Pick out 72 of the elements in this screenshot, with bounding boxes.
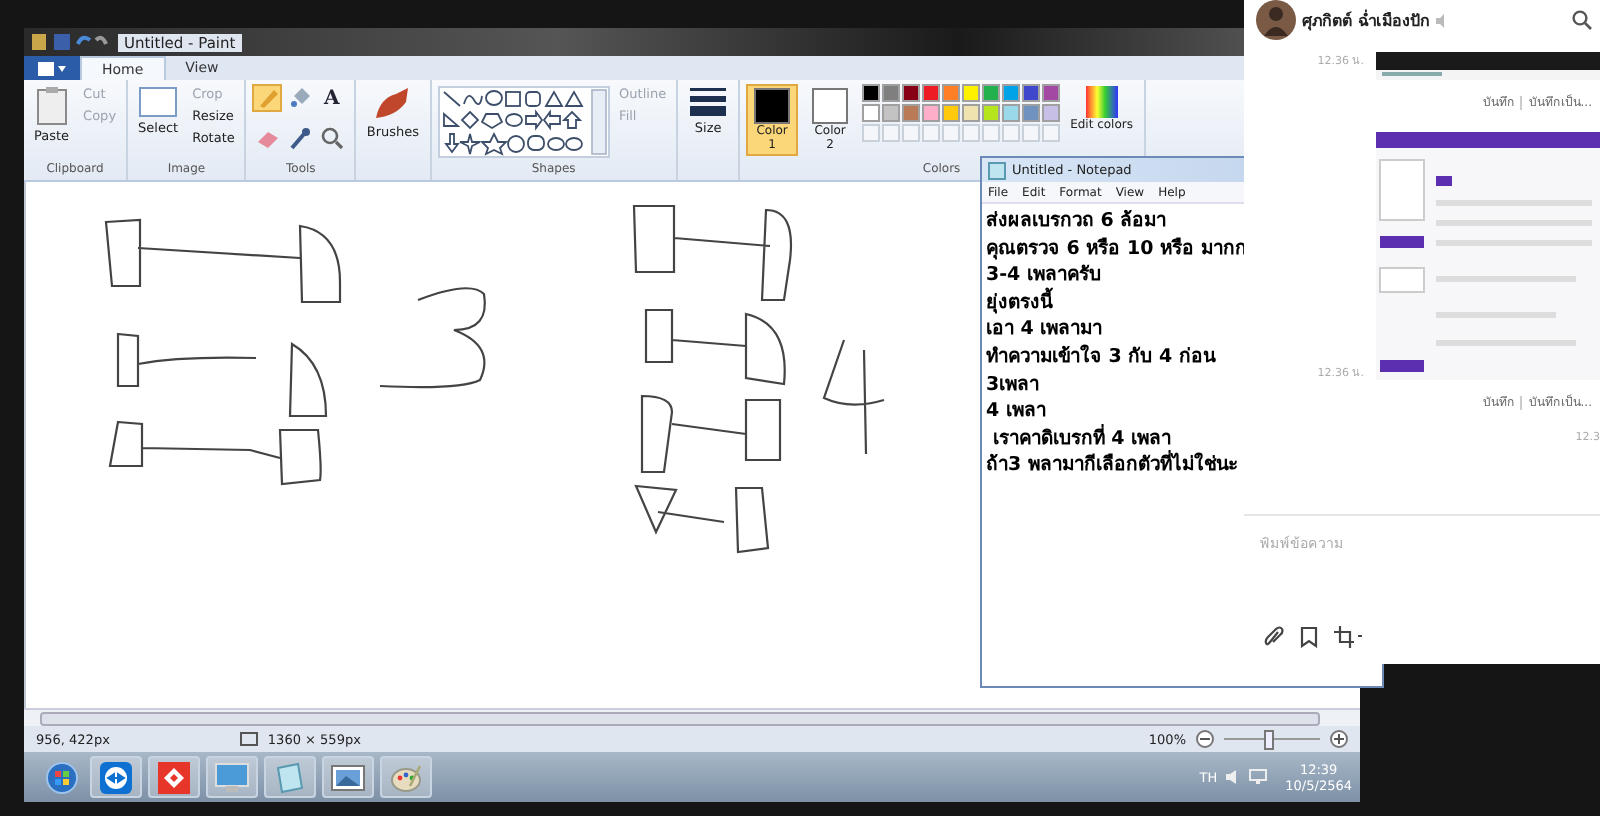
eraser-icon	[255, 126, 280, 150]
palette-color[interactable]	[862, 84, 881, 102]
text-line: เอา 4 เพลามา	[986, 316, 1103, 344]
notepad-icon	[274, 761, 306, 793]
taskbar-button[interactable]	[264, 756, 316, 798]
palette-color[interactable]	[882, 104, 901, 122]
tool-button[interactable]	[316, 124, 347, 152]
text-line: ส่งผลเบรกวถ 6 ล้อมา	[986, 208, 1167, 236]
palette-color[interactable]	[902, 84, 921, 102]
palette-color[interactable]	[982, 104, 1001, 122]
palette-color[interactable]	[1042, 84, 1061, 102]
palette-color[interactable]	[922, 104, 941, 122]
palette-color[interactable]	[962, 84, 981, 102]
zoom-out-icon[interactable]	[1196, 730, 1214, 748]
speaker-icon[interactable]	[1435, 13, 1450, 27]
taskbar-button[interactable]	[148, 756, 200, 798]
text-line: ยุ่งตรงนี้	[986, 289, 1052, 317]
file-menu-icon	[38, 61, 66, 75]
tool-button[interactable]: A	[316, 84, 347, 112]
brush-icon	[372, 86, 413, 122]
taskbar-button[interactable]	[322, 756, 374, 798]
windows-orb-icon	[46, 761, 78, 793]
text-line: 3-4 เพลาครับ	[986, 262, 1101, 287]
palette-color[interactable]	[1002, 84, 1021, 102]
palette-color[interactable]	[942, 84, 961, 102]
palette-color[interactable]	[962, 104, 981, 122]
palette-color[interactable]	[1042, 104, 1061, 122]
text-line: ถ้า3 พลามากีเลือกตัวที่ไม่ใช่นะ	[986, 452, 1238, 480]
speaker-icon[interactable]	[1223, 768, 1242, 786]
contact-name: ศุภกิตต์ ฉ่ำเมืองปัก	[1302, 7, 1430, 33]
text-line: 4 เพลา	[986, 398, 1046, 424]
arrows-icon	[100, 761, 132, 793]
rainbow-icon	[1085, 86, 1118, 118]
text-line: คุณตรวจ 6 หรือ 10 หรือ มากก	[986, 235, 1247, 263]
palette-color[interactable]	[942, 104, 961, 122]
text-line: เราคาดิเบรกที่ 4 เพลา	[990, 425, 1172, 450]
palette-color[interactable]	[882, 84, 901, 102]
paperclip-icon[interactable]	[1264, 626, 1284, 648]
shapes-gallery[interactable]	[437, 86, 610, 158]
magnifier-icon	[319, 126, 344, 150]
palette-color[interactable]	[902, 104, 921, 122]
palette-color[interactable]	[1022, 104, 1041, 122]
bucket-icon	[287, 86, 312, 110]
palette-color[interactable]	[982, 84, 1001, 102]
palette-icon	[390, 761, 422, 793]
palette-color[interactable]	[1022, 84, 1041, 102]
avatar	[1256, 0, 1296, 40]
horizontal-scrollbar[interactable]	[24, 708, 1360, 726]
palette-color[interactable]	[1002, 104, 1021, 122]
text-line: 3เพลา	[986, 371, 1040, 399]
palette-color[interactable]	[922, 84, 941, 102]
network-icon[interactable]	[1247, 768, 1268, 786]
eyedropper-icon	[287, 126, 312, 150]
zoom-in-icon[interactable]	[1330, 730, 1348, 748]
clipboard-icon	[35, 86, 68, 126]
monitor-icon	[214, 761, 250, 793]
palette-color[interactable]	[862, 104, 881, 122]
crop-icon[interactable]	[1334, 626, 1364, 648]
text-line: ทำความเข้าใจ 3 กับ 4 ก่อน	[986, 343, 1215, 372]
file-menu-button[interactable]	[24, 56, 80, 80]
photo-icon	[330, 761, 366, 793]
notepad-icon	[988, 161, 1006, 179]
bookmark-icon[interactable]	[1300, 626, 1318, 648]
diamond-icon	[158, 761, 190, 793]
pencil-icon	[255, 86, 280, 110]
selection-size-icon	[239, 731, 258, 747]
selection-icon	[138, 86, 179, 118]
quick-access-icons[interactable]	[30, 32, 110, 52]
taskbar-button[interactable]	[90, 756, 142, 798]
line-width-icon	[688, 86, 729, 118]
search-icon[interactable]	[1572, 10, 1592, 30]
text-editor[interactable]: ส่งผลเบรกวถ 6 ล้อมา คุณตรวจ 6 หรือ 10 หรือ มากก 3-4 เพลาครับ ยุ่งตรงนี้ เอา 4 เพลามา ทำความเข้าใจ 3 กับ 4 ก่อน 3เพลา 4 เพลา เราคาดิเบรกที่ 4 เพลา ถ้า3 พลามากีเลือกตัวที่ไม่ใช่นะ	[982, 204, 1246, 686]
